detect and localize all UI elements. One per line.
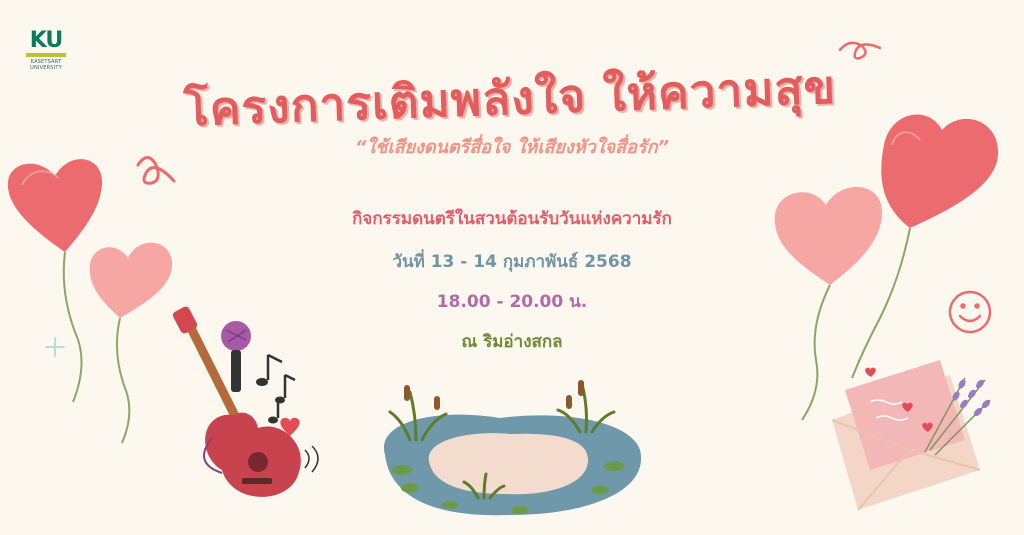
- heart-balloon-icon: [851, 114, 999, 379]
- poster: KU KASETSART UNIVERSITY โครงการเติมพลังใ…: [0, 0, 1024, 535]
- envelope-icon: [831, 360, 981, 511]
- microphone-icon: [221, 321, 251, 392]
- sparkle-icon: [45, 337, 65, 357]
- heart-balloon-icon: [7, 159, 103, 403]
- music-notes-icon: [256, 353, 296, 424]
- smiley-icon: [948, 290, 992, 334]
- decorations: [7, 41, 999, 516]
- heart-balloon-icon: [89, 242, 173, 444]
- sound-waves-icon: [304, 445, 319, 473]
- squiggle-icon: [838, 41, 882, 60]
- squiggle-icon: [136, 156, 176, 185]
- pond-icon: [383, 380, 642, 516]
